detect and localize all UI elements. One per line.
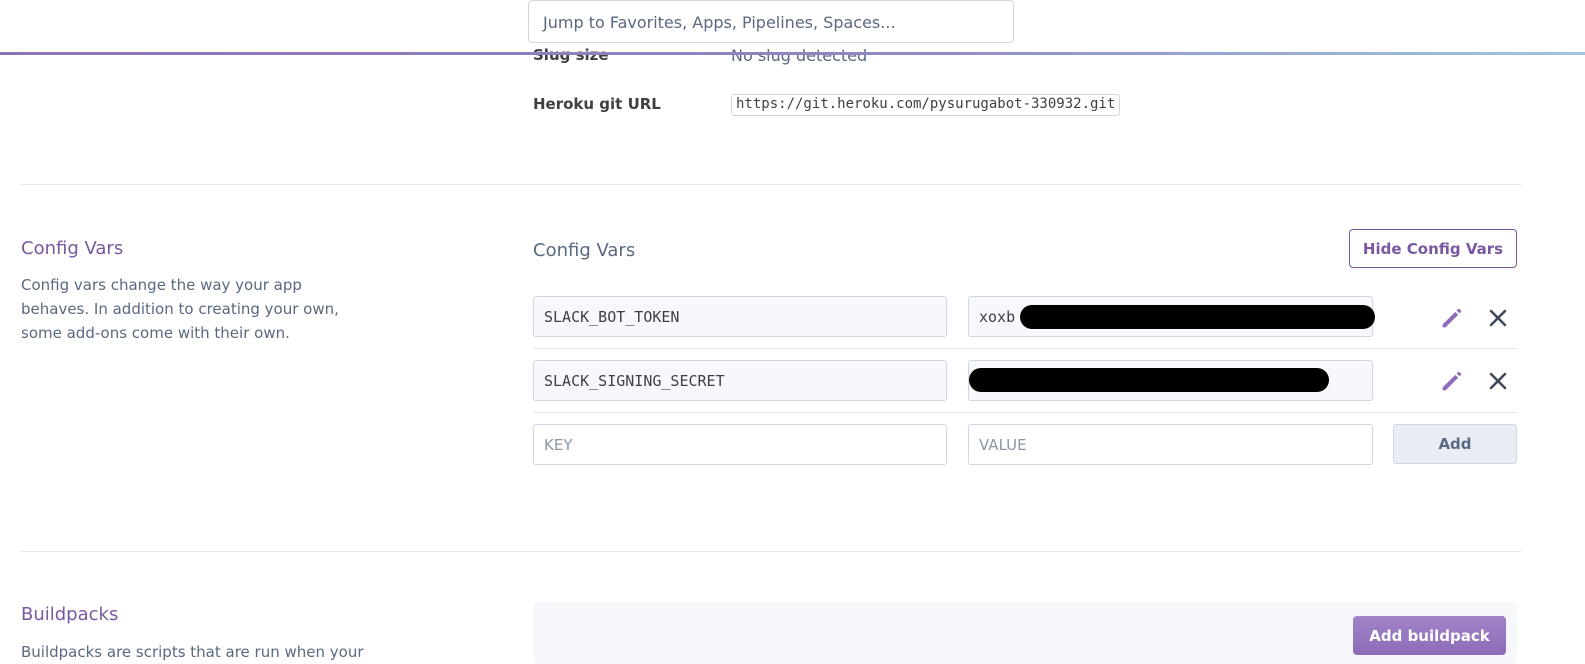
add-config-var-button[interactable]: Add: [1393, 424, 1517, 464]
new-key-input[interactable]: KEY: [533, 424, 947, 465]
git-url-label: Heroku git URL: [533, 95, 661, 113]
pencil-icon[interactable]: [1438, 304, 1466, 332]
row-separator: [533, 348, 1517, 349]
section-divider: [21, 551, 1522, 552]
buildpacks-description: Buildpacks are scripts that are run when…: [21, 643, 364, 661]
section-divider: [21, 184, 1522, 185]
slug-size-label: Slug size: [533, 46, 609, 64]
add-buildpack-button[interactable]: Add buildpack: [1353, 616, 1506, 655]
config-vars-section-title: Config Vars: [21, 238, 124, 259]
config-vars-panel-title: Config Vars: [533, 240, 636, 261]
new-value-input[interactable]: VALUE: [968, 424, 1373, 465]
git-url-value[interactable]: https://git.heroku.com/pysurugabot-33093…: [731, 94, 1121, 116]
global-search-input[interactable]: Jump to Favorites, Apps, Pipelines, Spac…: [528, 0, 1014, 43]
config-var-key-field[interactable]: SLACK_SIGNING_SECRET: [533, 360, 947, 401]
slug-size-value: No slug detected: [731, 46, 868, 65]
hide-config-vars-button[interactable]: Hide Config Vars: [1349, 229, 1517, 268]
redaction-mark: [969, 368, 1329, 392]
redaction-mark: [1020, 305, 1375, 329]
config-var-key-field[interactable]: SLACK_BOT_TOKEN: [533, 296, 947, 337]
config-vars-description: Config vars change the way your app beha…: [21, 276, 339, 342]
buildpacks-section-title: Buildpacks: [21, 604, 119, 625]
close-icon[interactable]: [1484, 367, 1512, 395]
header-accent-line: [0, 52, 1585, 55]
pencil-icon[interactable]: [1438, 367, 1466, 395]
row-separator: [533, 412, 1517, 413]
close-icon[interactable]: [1484, 304, 1512, 332]
